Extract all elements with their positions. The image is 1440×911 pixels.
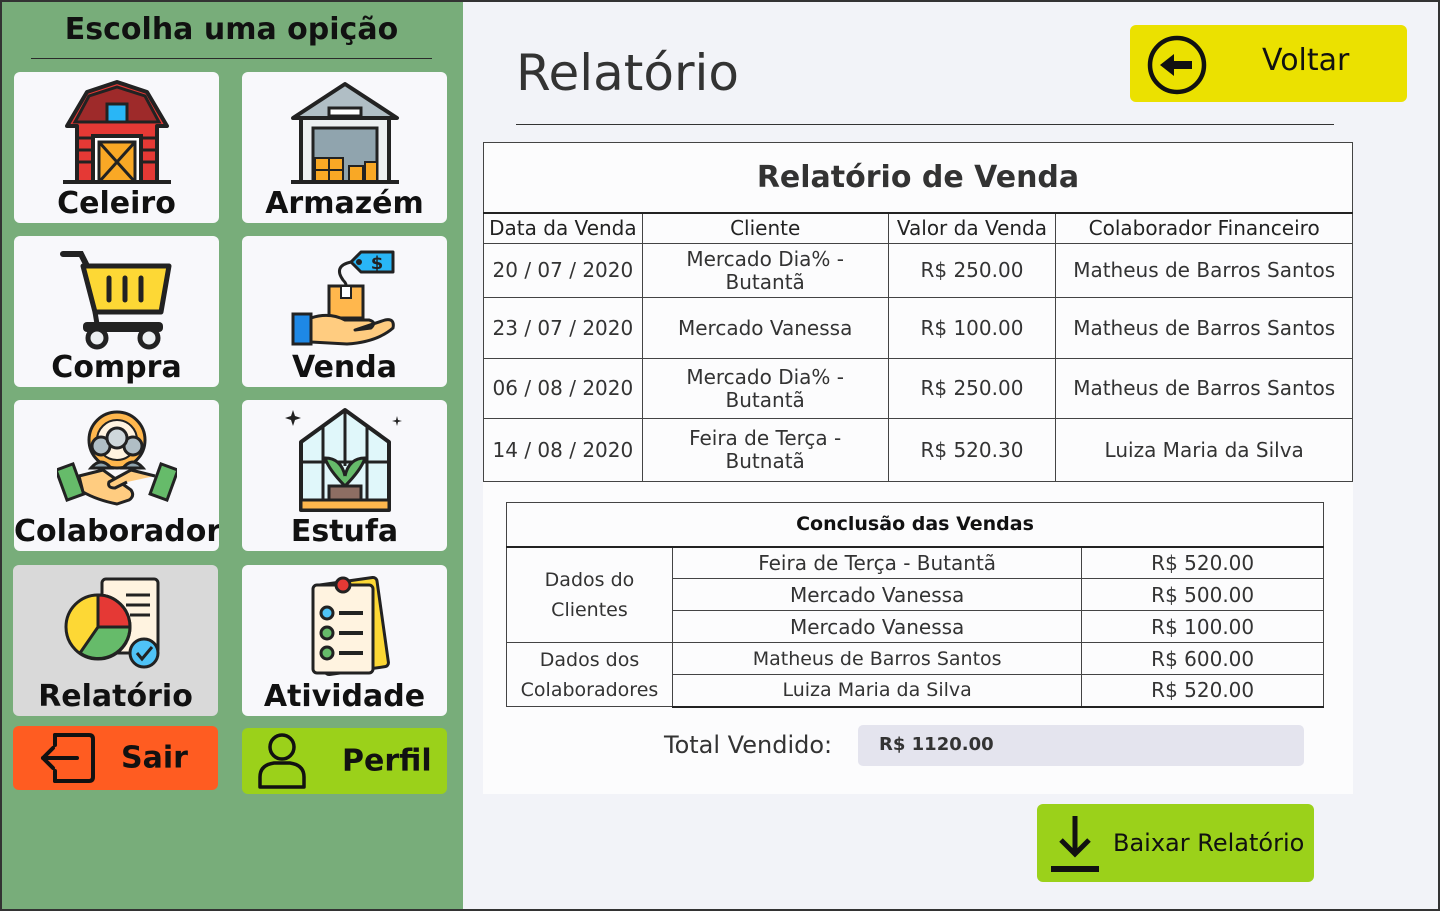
exit-button[interactable]: Sair [13,726,218,790]
menu-item-label: Relatório [38,679,193,714]
total-label: Total Vendido: [664,731,833,759]
sale-date: 06 / 08 / 2020 [483,358,643,419]
title-divider [516,124,1334,125]
sale-value: R$ 250.00 [887,243,1057,298]
barn-icon [62,80,171,184]
menu-item-label: Celeiro [57,186,176,221]
sale-collaborator: Matheus de Barros Santos [1055,358,1353,419]
sales-table-caption: Relatório de Venda [483,142,1353,214]
sale-client: Feira de Terça - Butnatã [641,418,889,482]
column-header: Colaborador Financeiro [1055,212,1353,244]
column-header: Valor da Venda [887,212,1057,244]
warehouse-icon [290,82,399,184]
sale-collaborator: Luiza Maria da Silva [1055,418,1353,482]
menu-item-atividade[interactable]: Atividade [242,565,447,716]
download-label: Baixar Relatório [1113,829,1305,857]
column-header: Cliente [641,212,889,244]
back-arrow-icon [1147,35,1207,95]
sale-client: Mercado Dia% - Butantã [641,243,889,298]
menu-item-label: Venda [292,350,397,385]
menu-item-label: Atividade [263,679,426,714]
user-icon [258,733,306,789]
sales-table: Relatório de Venda Data da Venda Cliente… [483,142,1353,482]
client-value: R$ 520.00 [1081,546,1324,579]
table-row: Dados dos Colaboradores Matheus de Barro… [506,642,1324,707]
clients-group-label: Dados do Clientes [506,546,673,643]
table-row: 14 / 08 / 2020 Feira de Terça - Butnatã … [483,418,1353,482]
menu-item-label: Estufa [290,514,399,549]
client-name: Feira de Terça - Butantã [671,546,1083,579]
profile-label: Perfil [342,743,432,779]
back-label: Voltar [1262,43,1350,78]
summary-table: Conclusão das Vendas Dados do Clientes F… [506,502,1324,708]
collaborator-value: R$ 600.00 [1081,642,1324,675]
sale-date: 23 / 07 / 2020 [483,297,643,359]
back-button[interactable]: Voltar [1130,25,1407,102]
menu-item-armazem[interactable]: Armazém [242,72,447,223]
menu-item-estufa[interactable]: Estufa [242,400,447,551]
collaborator-name: Luiza Maria da Silva [671,674,1083,708]
sale-client: Mercado Vanessa [641,297,889,359]
report-pie-chart-icon [64,577,159,669]
sale-date: 14 / 08 / 2020 [483,418,643,482]
page-title: Relatório [516,44,740,102]
checklist-icon [311,576,390,676]
sale-collaborator: Matheus de Barros Santos [1055,243,1353,298]
svg-text:$: $ [370,253,383,274]
menu-item-label: Colaborador [14,514,219,549]
sale-collaborator: Matheus de Barros Santos [1055,297,1353,359]
total-value: R$ 1120.00 [879,734,994,755]
total-value-field: R$ 1120.00 [858,725,1304,766]
collaborator-value: R$ 520.00 [1081,674,1324,708]
collaborators-group-label: Dados dos Colaboradores [506,642,673,707]
menu-item-label: Compra [51,350,182,385]
menu-item-colaborador[interactable]: Colaborador [14,400,219,551]
sale-value: R$ 250.00 [887,358,1057,419]
shopping-cart-icon [59,251,171,350]
sale-hand-box-icon: $ [291,250,395,346]
logout-icon [41,733,95,783]
table-row: 20 / 07 / 2020 Mercado Dia% - Butantã R$… [483,243,1353,298]
client-value: R$ 100.00 [1081,610,1324,643]
menu-item-celeiro[interactable]: Celeiro [14,72,219,223]
table-row: 23 / 07 / 2020 Mercado Vanessa R$ 100.00… [483,297,1353,359]
client-value: R$ 500.00 [1081,578,1324,611]
sale-value: R$ 520.30 [887,418,1057,482]
sidebar: Escolha uma opição Celeiro Armazém Compr… [0,0,463,911]
menu-item-relatorio[interactable]: Relatório [13,565,218,716]
table-row: 06 / 08 / 2020 Mercado Dia% - Butantã R$… [483,358,1353,419]
collaborator-name: Matheus de Barros Santos [671,642,1083,675]
summary-table-caption: Conclusão das Vendas [506,502,1324,548]
menu-item-venda[interactable]: $ Venda [242,236,447,387]
sale-value: R$ 100.00 [887,297,1057,359]
download-icon [1051,816,1099,872]
exit-label: Sair [121,740,188,776]
handshake-team-icon [56,410,177,506]
client-name: Mercado Vanessa [671,610,1083,643]
greenhouse-icon [284,408,402,512]
download-report-button[interactable]: Baixar Relatório [1037,804,1314,882]
profile-button[interactable]: Perfil [242,728,447,794]
client-name: Mercado Vanessa [671,578,1083,611]
menu-item-compra[interactable]: Compra [14,236,219,387]
sale-client: Mercado Dia% - Butantã [641,358,889,419]
sale-date: 20 / 07 / 2020 [483,243,643,298]
sidebar-divider [31,58,432,59]
column-header: Data da Venda [483,212,643,244]
menu-item-label: Armazém [265,186,424,221]
table-row: Dados do Clientes Feira de Terça - Butan… [506,546,1324,643]
sidebar-title: Escolha uma opição [64,12,399,47]
